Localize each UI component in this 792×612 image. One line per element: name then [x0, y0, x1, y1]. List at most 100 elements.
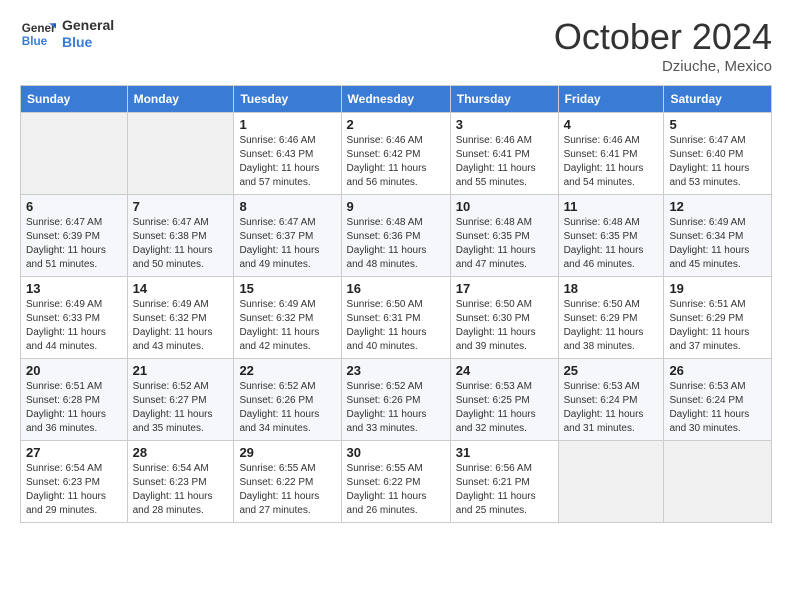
day-info: Sunrise: 6:49 AM Sunset: 6:33 PM Dayligh…: [26, 298, 122, 354]
day-info: Sunrise: 6:46 AM Sunset: 6:41 PM Dayligh…: [564, 134, 659, 190]
day-number: 17: [456, 281, 553, 296]
calendar-cell: 18Sunrise: 6:50 AM Sunset: 6:29 PM Dayli…: [558, 277, 664, 359]
day-number: 16: [347, 281, 445, 296]
calendar-cell: 4 Sunrise: 6:46 AM Sunset: 6:41 PM Daylig…: [558, 113, 664, 195]
day-number: 15: [239, 281, 335, 296]
month-title: October 2024: [554, 16, 772, 58]
day-info: Sunrise: 6:46 AM Sunset: 6:41 PM Dayligh…: [456, 134, 553, 190]
day-info: Sunrise: 6:49 AM Sunset: 6:32 PM Dayligh…: [133, 298, 229, 354]
calendar-cell: 21 Sunrise: 6:52 AM Sunset: 6:27 PM Dayli…: [127, 359, 234, 441]
svg-text:Blue: Blue: [22, 35, 48, 48]
day-info: Sunrise: 6:52 AM Sunset: 6:26 PM Dayligh…: [239, 380, 335, 436]
calendar-cell: [21, 113, 128, 195]
day-info: Sunrise: 6:54 AM Sunset: 6:23 PM Dayligh…: [133, 462, 229, 518]
day-info: Sunrise: 6:48 AM Sunset: 6:35 PM Dayligh…: [456, 216, 553, 272]
calendar-cell: 7 Sunrise: 6:47 AM Sunset: 6:38 PM Daylig…: [127, 195, 234, 277]
day-number: 6: [26, 199, 122, 214]
calendar-cell: 29 Sunrise: 6:55 AM Sunset: 6:22 PM Dayli…: [234, 441, 341, 523]
day-number: 25: [564, 363, 659, 378]
calendar-cell: 28Sunrise: 6:54 AM Sunset: 6:23 PM Dayli…: [127, 441, 234, 523]
day-info: Sunrise: 6:55 AM Sunset: 6:22 PM Dayligh…: [239, 462, 335, 518]
day-info: Sunrise: 6:56 AM Sunset: 6:21 PM Dayligh…: [456, 462, 553, 518]
calendar-cell: 9 Sunrise: 6:48 AM Sunset: 6:36 PM Daylig…: [341, 195, 450, 277]
calendar-week-3: 13 Sunrise: 6:49 AM Sunset: 6:33 PM Dayli…: [21, 277, 772, 359]
day-number: 19: [669, 281, 766, 296]
calendar-cell: [664, 441, 772, 523]
day-number: 1: [239, 117, 335, 132]
calendar-cell: 30 Sunrise: 6:55 AM Sunset: 6:22 PM Dayli…: [341, 441, 450, 523]
day-info: Sunrise: 6:47 AM Sunset: 6:39 PM Dayligh…: [26, 216, 122, 272]
calendar-cell: 12 Sunrise: 6:49 AM Sunset: 6:34 PM Dayli…: [664, 195, 772, 277]
day-info: Sunrise: 6:52 AM Sunset: 6:27 PM Dayligh…: [133, 380, 229, 436]
logo-general-text: General: [62, 17, 114, 34]
day-info: Sunrise: 6:53 AM Sunset: 6:24 PM Dayligh…: [669, 380, 766, 436]
day-info: Sunrise: 6:54 AM Sunset: 6:23 PM Dayligh…: [26, 462, 122, 518]
day-number: 31: [456, 445, 553, 460]
calendar-cell: 31 Sunrise: 6:56 AM Sunset: 6:21 PM Dayli…: [450, 441, 558, 523]
calendar-cell: 5Sunrise: 6:47 AM Sunset: 6:40 PM Daylig…: [664, 113, 772, 195]
day-info: Sunrise: 6:47 AM Sunset: 6:38 PM Dayligh…: [133, 216, 229, 272]
day-number: 10: [456, 199, 553, 214]
day-info: Sunrise: 6:53 AM Sunset: 6:24 PM Dayligh…: [564, 380, 659, 436]
day-info: Sunrise: 6:47 AM Sunset: 6:37 PM Dayligh…: [239, 216, 335, 272]
calendar-cell: 10 Sunrise: 6:48 AM Sunset: 6:35 PM Dayli…: [450, 195, 558, 277]
day-number: 4: [564, 117, 659, 132]
day-number: 3: [456, 117, 553, 132]
day-number: 13: [26, 281, 122, 296]
day-of-week-tuesday: Tuesday: [234, 86, 341, 113]
calendar-week-1: 1 Sunrise: 6:46 AM Sunset: 6:43 PM Daylig…: [21, 113, 772, 195]
day-info: Sunrise: 6:46 AM Sunset: 6:42 PM Dayligh…: [347, 134, 445, 190]
calendar-cell: 6 Sunrise: 6:47 AM Sunset: 6:39 PM Daylig…: [21, 195, 128, 277]
logo-blue-text: Blue: [62, 34, 114, 51]
calendar-cell: 23Sunrise: 6:52 AM Sunset: 6:26 PM Dayli…: [341, 359, 450, 441]
day-info: Sunrise: 6:49 AM Sunset: 6:32 PM Dayligh…: [239, 298, 335, 354]
calendar-cell: 25 Sunrise: 6:53 AM Sunset: 6:24 PM Dayli…: [558, 359, 664, 441]
calendar-header-row: SundayMondayTuesdayWednesdayThursdayFrid…: [21, 86, 772, 113]
day-of-week-thursday: Thursday: [450, 86, 558, 113]
day-number: 9: [347, 199, 445, 214]
calendar-cell: 14 Sunrise: 6:49 AM Sunset: 6:32 PM Dayli…: [127, 277, 234, 359]
calendar-cell: 1 Sunrise: 6:46 AM Sunset: 6:43 PM Daylig…: [234, 113, 341, 195]
day-number: 29: [239, 445, 335, 460]
day-info: Sunrise: 6:48 AM Sunset: 6:35 PM Dayligh…: [564, 216, 659, 272]
calendar-cell: 3 Sunrise: 6:46 AM Sunset: 6:41 PM Daylig…: [450, 113, 558, 195]
calendar-cell: 22 Sunrise: 6:52 AM Sunset: 6:26 PM Dayli…: [234, 359, 341, 441]
day-of-week-saturday: Saturday: [664, 86, 772, 113]
day-info: Sunrise: 6:49 AM Sunset: 6:34 PM Dayligh…: [669, 216, 766, 272]
calendar-cell: 19 Sunrise: 6:51 AM Sunset: 6:29 PM Dayli…: [664, 277, 772, 359]
day-of-week-sunday: Sunday: [21, 86, 128, 113]
day-number: 23: [347, 363, 445, 378]
calendar-cell: [127, 113, 234, 195]
calendar-cell: 13 Sunrise: 6:49 AM Sunset: 6:33 PM Dayli…: [21, 277, 128, 359]
day-number: 5: [669, 117, 766, 132]
calendar-cell: 17Sunrise: 6:50 AM Sunset: 6:30 PM Dayli…: [450, 277, 558, 359]
calendar-cell: [558, 441, 664, 523]
day-number: 21: [133, 363, 229, 378]
day-number: 8: [239, 199, 335, 214]
calendar-cell: 20Sunrise: 6:51 AM Sunset: 6:28 PM Dayli…: [21, 359, 128, 441]
day-number: 30: [347, 445, 445, 460]
day-number: 20: [26, 363, 122, 378]
logo: General Blue General Blue: [20, 16, 114, 52]
day-number: 27: [26, 445, 122, 460]
day-info: Sunrise: 6:55 AM Sunset: 6:22 PM Dayligh…: [347, 462, 445, 518]
day-info: Sunrise: 6:48 AM Sunset: 6:36 PM Dayligh…: [347, 216, 445, 272]
day-info: Sunrise: 6:51 AM Sunset: 6:29 PM Dayligh…: [669, 298, 766, 354]
day-of-week-friday: Friday: [558, 86, 664, 113]
day-number: 26: [669, 363, 766, 378]
calendar-cell: 2Sunrise: 6:46 AM Sunset: 6:42 PM Daylig…: [341, 113, 450, 195]
day-info: Sunrise: 6:50 AM Sunset: 6:29 PM Dayligh…: [564, 298, 659, 354]
day-number: 7: [133, 199, 229, 214]
day-number: 14: [133, 281, 229, 296]
title-block: October 2024 Dziuche, Mexico: [554, 16, 772, 75]
day-number: 12: [669, 199, 766, 214]
day-info: Sunrise: 6:46 AM Sunset: 6:43 PM Dayligh…: [239, 134, 335, 190]
calendar-cell: 27 Sunrise: 6:54 AM Sunset: 6:23 PM Dayli…: [21, 441, 128, 523]
calendar-week-4: 20Sunrise: 6:51 AM Sunset: 6:28 PM Dayli…: [21, 359, 772, 441]
day-number: 11: [564, 199, 659, 214]
day-number: 22: [239, 363, 335, 378]
calendar-week-5: 27 Sunrise: 6:54 AM Sunset: 6:23 PM Dayli…: [21, 441, 772, 523]
day-of-week-wednesday: Wednesday: [341, 86, 450, 113]
day-info: Sunrise: 6:53 AM Sunset: 6:25 PM Dayligh…: [456, 380, 553, 436]
calendar-week-2: 6 Sunrise: 6:47 AM Sunset: 6:39 PM Daylig…: [21, 195, 772, 277]
